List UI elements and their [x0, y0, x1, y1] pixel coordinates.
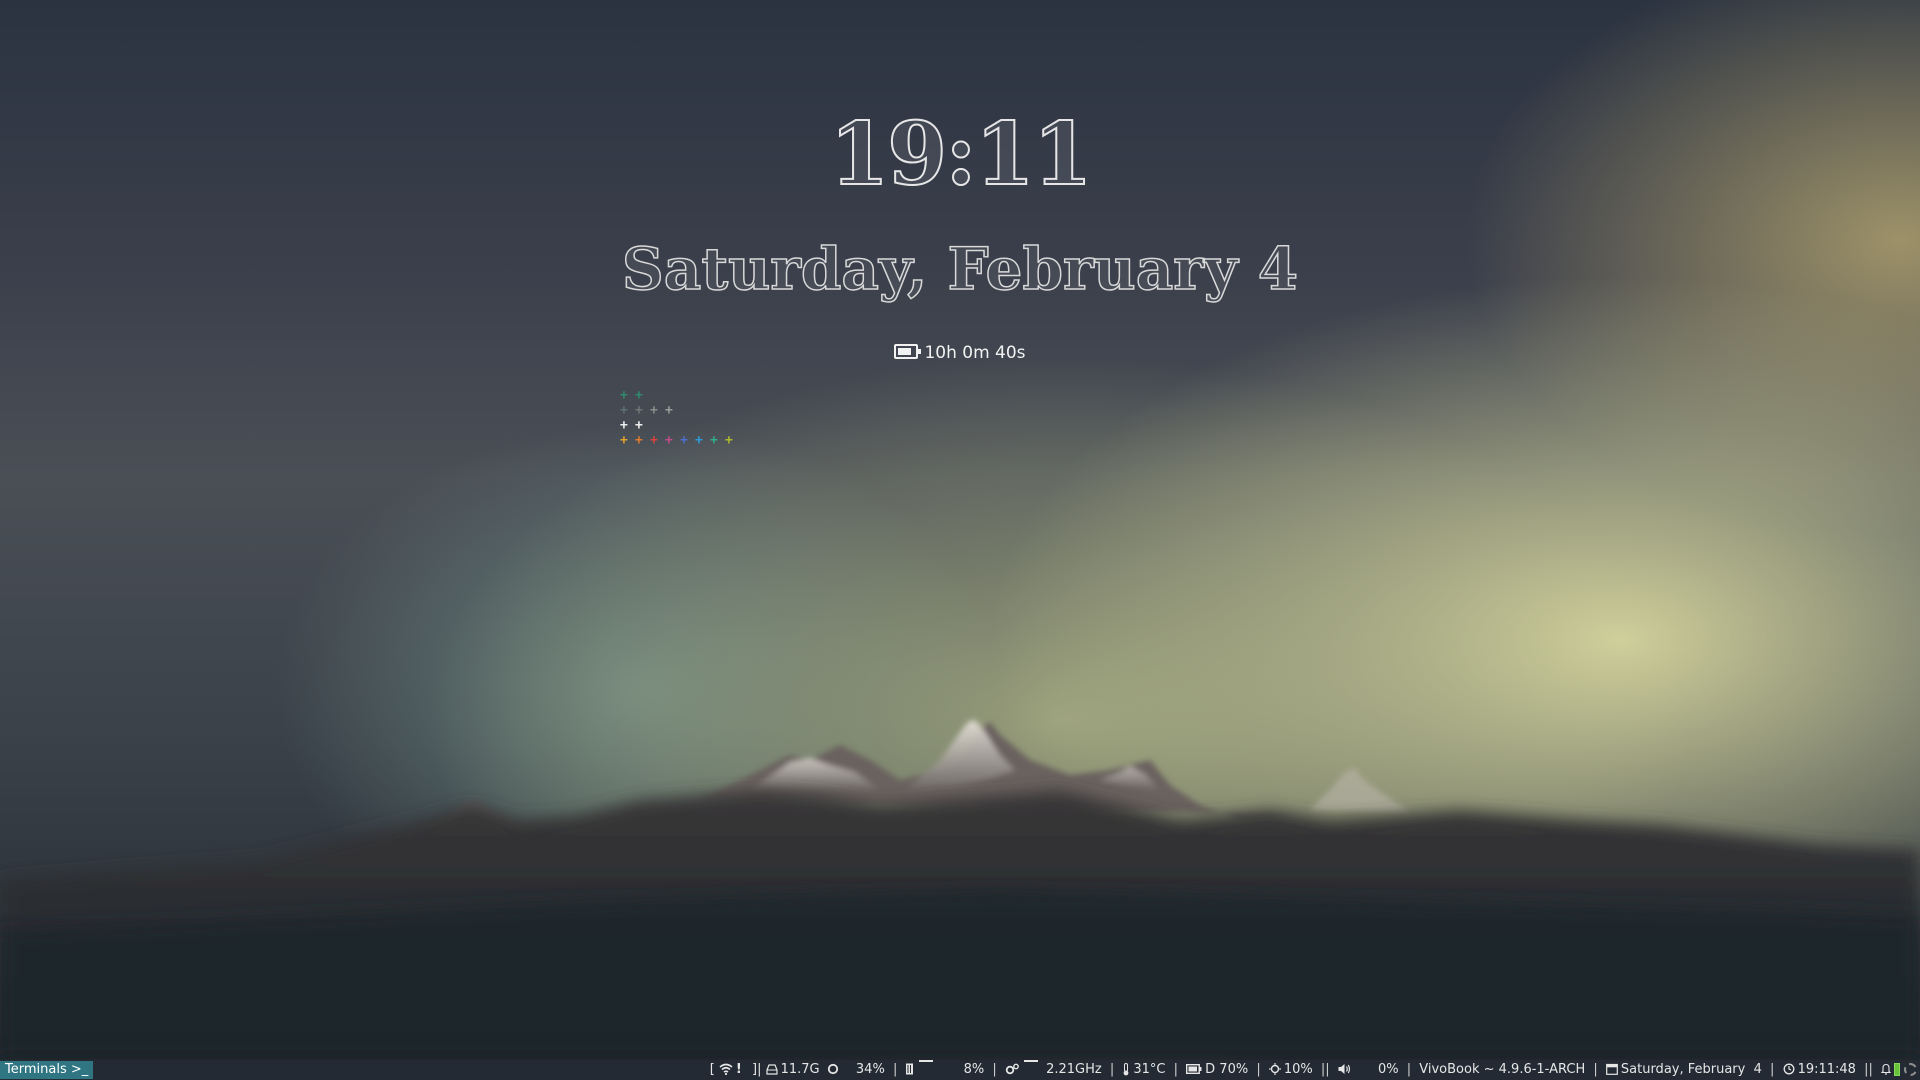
freq-meter	[1023, 1060, 1038, 1062]
palette-plus-mark: +	[680, 433, 688, 448]
status-open-bracket: [	[709, 1062, 715, 1077]
status-close-bracket: ]|	[752, 1062, 762, 1077]
panel-date: Saturday, February 4	[1620, 1062, 1762, 1077]
battery-remaining: 10h 0m 40s	[0, 343, 1920, 363]
separator: |	[1173, 1062, 1179, 1077]
tray-battery-icon[interactable]	[1894, 1063, 1900, 1076]
clock-icon	[1783, 1060, 1795, 1080]
kernel-info: VivoBook ~ 4.9.6-1-ARCH	[1419, 1062, 1586, 1077]
palette-plus-mark: +	[695, 433, 703, 448]
palette-row: + + + + + + + +	[620, 433, 740, 448]
brightness-icon	[1268, 1060, 1281, 1080]
separator: |	[1109, 1062, 1115, 1077]
separator: ||	[1864, 1062, 1873, 1077]
storage-value: 11.7G	[780, 1062, 820, 1077]
palette-plus-mark: +	[710, 433, 718, 448]
separator: |	[1406, 1062, 1412, 1077]
desktop-wallpaper: 19:11 Saturday, February 4 10h 0m 40s + +…	[0, 0, 1920, 1060]
memory-meter	[919, 1060, 934, 1062]
cogs-icon	[1005, 1060, 1019, 1080]
volume-value: 0%	[1377, 1062, 1399, 1077]
separator: |	[1256, 1062, 1261, 1077]
separator: |	[1770, 1062, 1775, 1077]
palette-plus-mark: +	[725, 433, 733, 448]
palette-row: + +	[620, 418, 740, 433]
cpu-value: 34%	[855, 1062, 885, 1077]
volume-icon[interactable]	[1338, 1060, 1351, 1080]
bottom-panel: Terminals >_ [ ! ]| 11.7G 34% | 8% | 2.2…	[0, 1060, 1920, 1080]
brightness-value: 10%	[1283, 1062, 1313, 1077]
palette-plus-mark: +	[665, 403, 673, 418]
panel-battery-icon	[1186, 1060, 1202, 1080]
freq-value: 2.21GHz	[1046, 1062, 1102, 1077]
palette-plus-mark: +	[620, 418, 628, 433]
palette-plus-mark: +	[620, 388, 628, 403]
palette-row: + + + +	[620, 403, 740, 418]
memory-value: 8%	[963, 1062, 985, 1077]
separator: ||	[1320, 1062, 1330, 1077]
palette-plus-mark: +	[635, 433, 643, 448]
thermometer-icon	[1122, 1060, 1130, 1080]
separator: |	[892, 1062, 898, 1077]
palette-plus-mark: +	[620, 403, 628, 418]
palette-plus-mark: +	[635, 403, 643, 418]
battery-remaining-label: 10h 0m 40s	[924, 343, 1026, 363]
palette-row: + +	[620, 388, 740, 403]
temp-value: 31°C	[1133, 1062, 1166, 1077]
separator: |	[992, 1062, 997, 1077]
palette-plus-mark: +	[635, 418, 643, 433]
bell-icon[interactable]	[1880, 1060, 1892, 1080]
battery-icon	[894, 344, 922, 359]
palette-plus-mark: +	[650, 403, 658, 418]
battery-value: D 70%	[1205, 1062, 1249, 1077]
memory-icon	[905, 1060, 914, 1080]
hdd-icon	[765, 1060, 778, 1080]
wifi-icon	[719, 1060, 733, 1080]
palette-plus-mark: +	[665, 433, 673, 448]
tray-network-icon[interactable]	[1904, 1063, 1917, 1076]
separator: |	[1593, 1062, 1598, 1077]
status-bar: [ ! ]| 11.7G 34% | 8% | 2.21GHz | 31°C |…	[710, 1060, 1894, 1080]
color-palette-grid: + + + + + + + + + + + + + + + +	[620, 388, 740, 448]
clock-date: Saturday, February 4	[621, 235, 1299, 303]
taskbar-button-terminals[interactable]: Terminals >_	[0, 1061, 94, 1079]
palette-plus-mark: +	[620, 433, 628, 448]
clock-time: 19:11	[828, 104, 1093, 205]
cpu-ring-icon	[827, 1060, 839, 1080]
wifi-alert: !	[735, 1062, 742, 1077]
palette-plus-mark: +	[635, 388, 643, 403]
panel-time: 19:11:48	[1797, 1062, 1856, 1077]
calendar-icon	[1605, 1060, 1618, 1080]
system-tray	[1894, 1062, 1918, 1078]
palette-plus-mark: +	[650, 433, 658, 448]
